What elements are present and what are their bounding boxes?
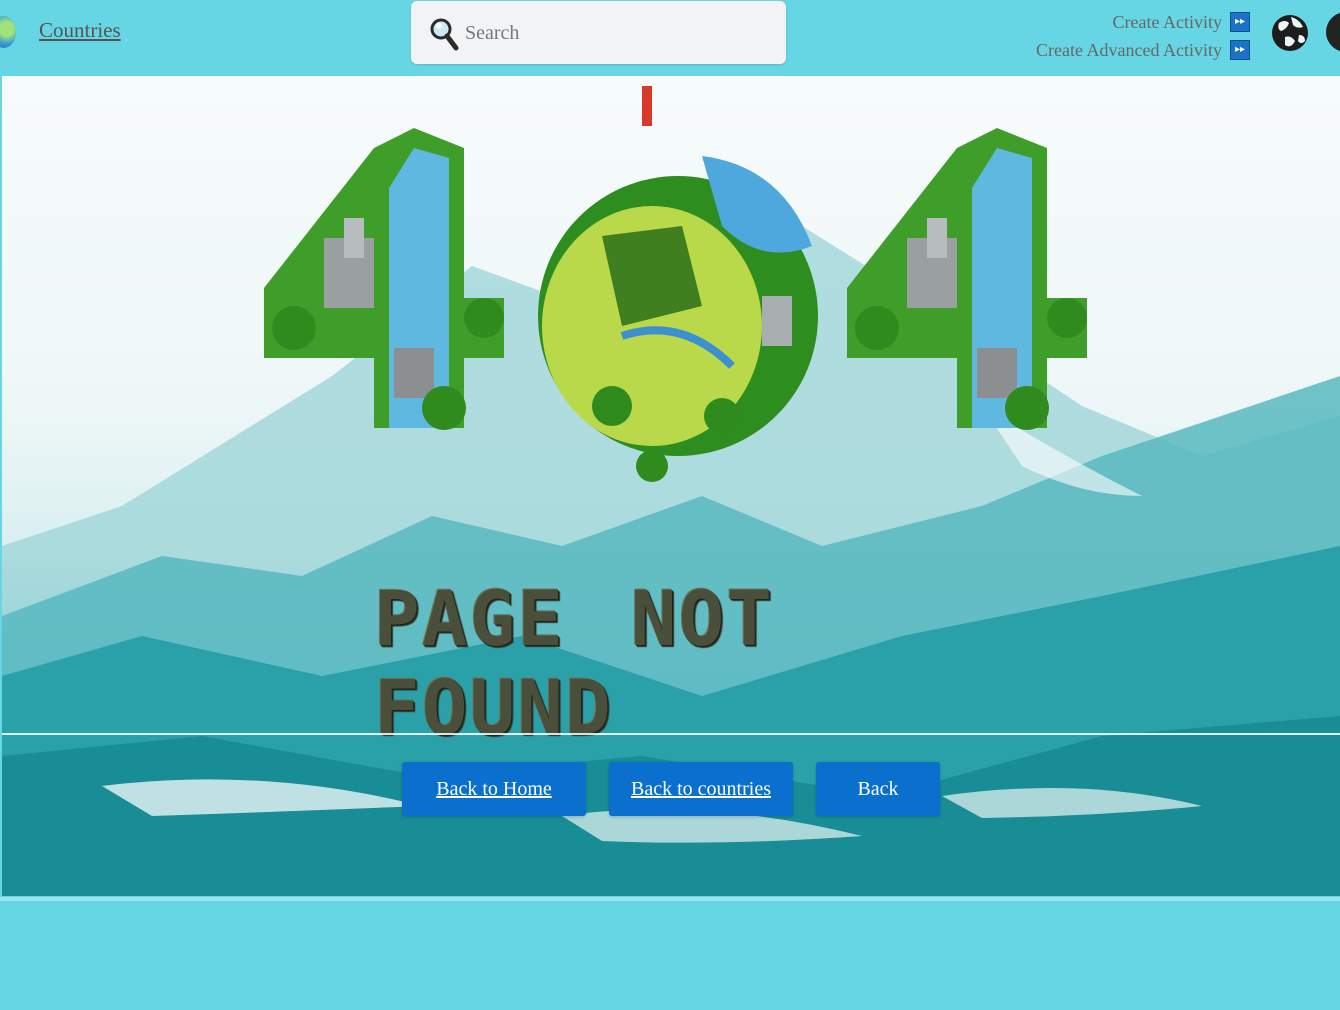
create-activity-label[interactable]: Create Activity <box>1113 12 1222 33</box>
divider <box>2 733 1340 735</box>
footer-strip <box>0 897 1340 901</box>
search-input[interactable] <box>463 15 767 51</box>
info-icon[interactable] <box>1326 12 1340 52</box>
create-activity-link[interactable]: Create Activity ▸▸ <box>1036 8 1250 36</box>
hero-404: PAGE NOT FOUND Back to Home Back to coun… <box>2 76 1340 896</box>
fast-forward-icon[interactable]: ▸▸ <box>1230 12 1250 32</box>
back-to-home-button[interactable]: Back to Home <box>402 762 586 816</box>
search-bar[interactable] <box>411 1 786 64</box>
page-not-found-heading: PAGE NOT FOUND <box>374 574 775 752</box>
back-to-countries-button[interactable]: Back to countries <box>609 762 793 816</box>
back-button[interactable]: Back <box>816 762 940 816</box>
create-links: Create Activity ▸▸ Create Advanced Activ… <box>1036 8 1250 64</box>
create-advanced-activity-label[interactable]: Create Advanced Activity <box>1036 40 1222 61</box>
fast-forward-icon[interactable]: ▸▸ <box>1230 40 1250 60</box>
globe-icon[interactable] <box>1271 11 1309 55</box>
search-icon[interactable] <box>429 17 459 51</box>
logo-globe-icon[interactable] <box>0 16 16 48</box>
top-header: Countries Create Activity ▸▸ Create Adva… <box>0 0 1340 76</box>
create-advanced-activity-link[interactable]: Create Advanced Activity ▸▸ <box>1036 36 1250 64</box>
countries-link[interactable]: Countries <box>39 18 121 43</box>
